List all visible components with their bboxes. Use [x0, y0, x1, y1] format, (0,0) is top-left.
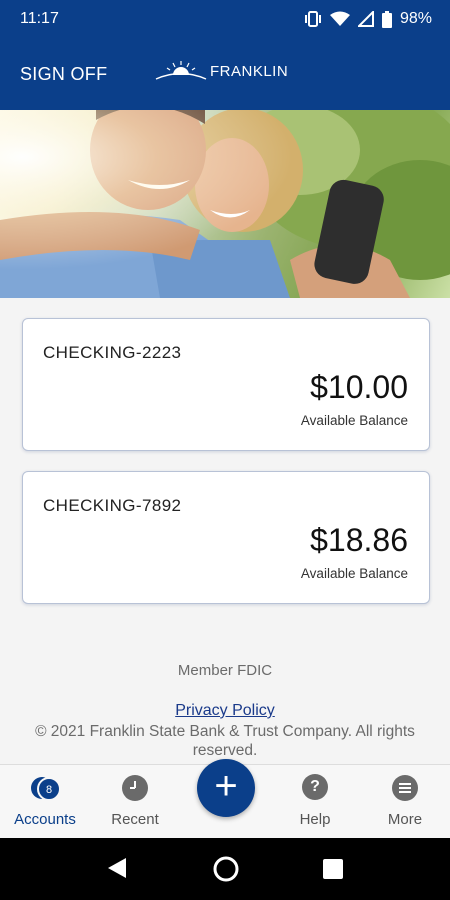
vibrate-icon — [304, 11, 321, 27]
wifi-icon — [329, 11, 350, 26]
nav-help[interactable]: ? Help — [270, 765, 360, 839]
account-card-checking-2223[interactable]: CHECKING-2223 $10.00 Available Balance — [22, 318, 430, 451]
status-icons: 98% — [304, 10, 432, 28]
nav-more-label: More — [387, 811, 423, 828]
nav-accounts-label: Accounts — [14, 811, 76, 828]
nav-recent[interactable]: Recent — [90, 765, 180, 839]
nav-recent-label: Recent — [111, 811, 159, 828]
help-icon: ? — [302, 774, 328, 800]
overview-icon[interactable] — [322, 858, 344, 880]
account-name: CHECKING-7892 — [43, 496, 182, 515]
nav-accounts[interactable]: 8 Accounts — [0, 765, 90, 839]
member-fdic-text: Member FDIC — [177, 662, 273, 679]
status-time: 11:17 — [20, 10, 59, 27]
add-icon: + — [214, 764, 238, 808]
copyright-text: © 2021 Franklin State Bank & Trust Compa… — [35, 723, 415, 759]
android-nav-bar — [0, 838, 450, 900]
account-card-checking-7892[interactable]: CHECKING-7892 $18.86 Available Balance — [22, 471, 430, 604]
more-icon — [392, 775, 418, 801]
account-name: CHECKING-2223 — [43, 343, 182, 362]
account-balance: $10.00 — [310, 369, 408, 405]
home-icon[interactable] — [213, 856, 239, 882]
privacy-policy-link[interactable]: Privacy Policy — [0, 702, 450, 720]
available-balance-label: Available Balance — [300, 566, 408, 581]
accounts-icon: 8 — [31, 777, 61, 801]
accounts-list: CHECKING-2223 $10.00 Available Balance C… — [22, 318, 430, 624]
accounts-badge: 8 — [46, 784, 52, 796]
sign-off-button[interactable]: SIGN OFF — [20, 64, 107, 85]
nav-help-label: Help — [299, 811, 331, 828]
app-header: SIGN OFF FRANKLIN — [0, 38, 450, 110]
nav-more[interactable]: More — [360, 765, 450, 839]
hero-image — [0, 110, 450, 298]
signal-icon — [357, 11, 374, 27]
recent-clock-icon — [122, 775, 148, 801]
back-icon[interactable] — [106, 856, 128, 880]
status-bar: 11:17 98% — [0, 0, 450, 38]
hero-photo-illustration — [0, 110, 450, 298]
franklin-logo: FRANKLIN — [154, 60, 288, 80]
battery-percent: 98% — [399, 10, 432, 27]
add-button[interactable]: + — [197, 759, 255, 817]
sun-logo-icon — [155, 61, 207, 80]
available-balance-label: Available Balance — [300, 413, 408, 428]
battery-icon — [381, 10, 392, 28]
account-balance: $18.86 — [310, 522, 408, 558]
logo-text: FRANKLIN — [210, 63, 289, 80]
